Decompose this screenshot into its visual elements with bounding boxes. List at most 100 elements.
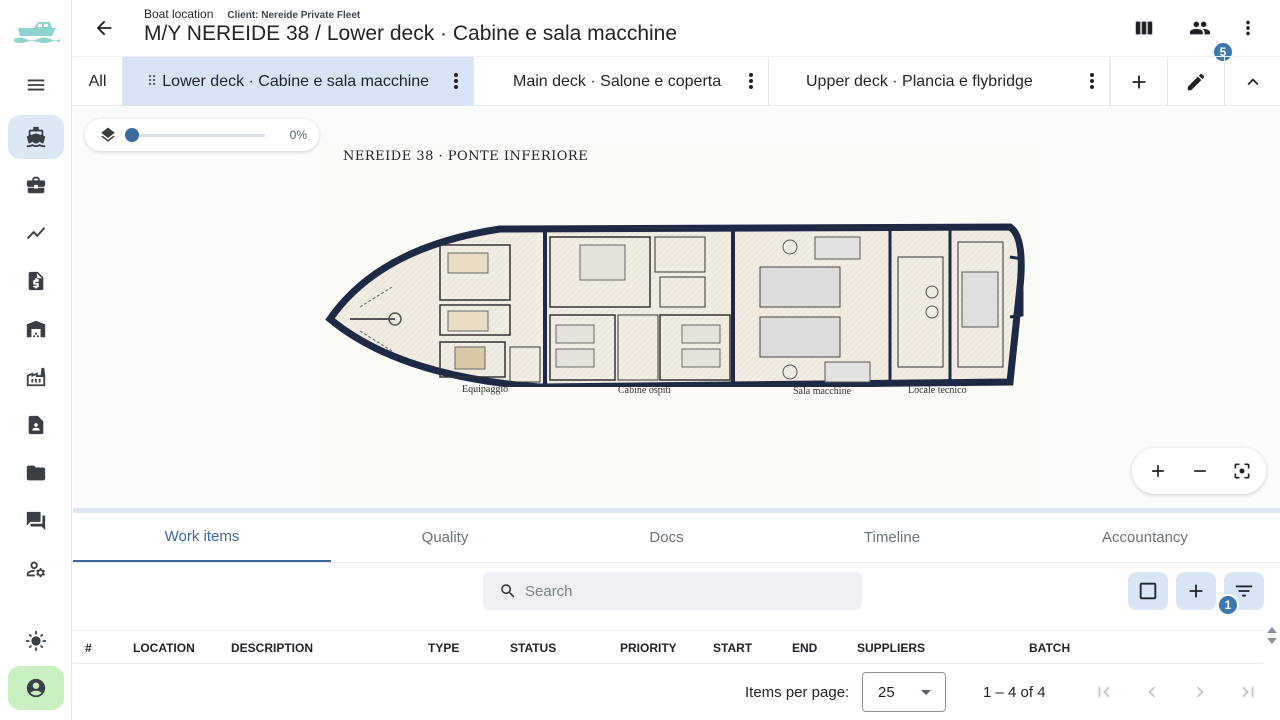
add-work-item-button[interactable] [1176, 572, 1216, 610]
rail-item-user-settings[interactable] [8, 547, 64, 591]
zoom-in-button[interactable] [1146, 459, 1170, 483]
pencil-icon [1187, 73, 1205, 90]
more-vertical-icon [1246, 20, 1250, 36]
column-header-number[interactable]: # [85, 641, 92, 655]
chevron-up-icon [1247, 77, 1259, 85]
next-page-button[interactable] [1188, 680, 1212, 704]
folder-icon [26, 465, 46, 481]
tab-all-decks[interactable]: All [73, 57, 123, 106]
rail-item-jobs[interactable] [8, 163, 64, 207]
contact-icon [28, 415, 44, 435]
filter-count-badge: 1 [1217, 594, 1239, 616]
theme-toggle-button[interactable] [8, 619, 64, 663]
rail-item-analytics[interactable] [8, 211, 64, 255]
fit-view-button[interactable] [1230, 459, 1254, 483]
chevron-right-icon [1196, 686, 1204, 698]
tab-main-deck[interactable]: Main deck · Salone e coperta [474, 57, 769, 106]
tab-main-deck-label: Main deck · Salone e coperta [513, 72, 722, 90]
column-header-suppliers[interactable]: SUPPLIERS [857, 641, 925, 655]
tab-main-deck-menu-icon[interactable] [748, 71, 754, 91]
user-settings-icon [26, 561, 46, 578]
rail-item-invoices[interactable] [8, 259, 64, 303]
zoom-out-button[interactable] [1188, 459, 1212, 483]
column-header-end[interactable]: END [792, 641, 817, 655]
breadcrumb: Boat location Client: Nereide Private Fle… [144, 7, 360, 21]
deck-plan-image[interactable]: NEREIDE 38 · PONTE INFERIORE Equipaggio … [320, 137, 1040, 507]
collapse-button[interactable] [1224, 57, 1280, 106]
dropdown-arrow-icon [921, 690, 931, 695]
zone-label-technical-room: Locale tecnico [908, 385, 967, 396]
deck-plan-viewer[interactable]: 0% NEREIDE 38 · PONTE INFERIORE Equipagg… [73, 107, 1280, 510]
tab-upper-deck[interactable]: Upper deck · Plancia e flybridge [769, 57, 1110, 106]
page-size-value: 25 [878, 684, 895, 701]
rail-item-messages[interactable] [8, 499, 64, 543]
people-icon [1189, 21, 1211, 35]
account-button[interactable] [8, 666, 64, 710]
tab-accountancy[interactable]: Accountancy [1010, 513, 1280, 562]
drag-handle-icon[interactable]: ⠿ [147, 73, 157, 90]
plus-icon [1132, 75, 1146, 88]
column-header-start[interactable]: START [713, 641, 752, 655]
tab-quality[interactable]: Quality [331, 513, 559, 562]
add-deck-button[interactable] [1110, 57, 1167, 106]
column-header-description[interactable]: DESCRIPTION [231, 641, 313, 655]
minus-icon [1194, 470, 1206, 472]
rail-item-warehouse[interactable] [8, 307, 64, 351]
menu-button[interactable] [8, 63, 64, 107]
detail-tab-bar: Work items Quality Docs Timeline Account… [73, 513, 1280, 563]
page-title: M/Y NEREIDE 38 / Lower deck · Cabine e s… [144, 22, 678, 45]
back-button[interactable] [86, 10, 122, 46]
rail-item-contacts[interactable] [8, 403, 64, 447]
app-root: Boat location Client: Nereide Private Fle… [0, 0, 1280, 720]
items-per-page-label: Items per page: [745, 684, 850, 701]
column-header-type[interactable]: TYPE [428, 641, 459, 655]
column-header-priority[interactable]: PRIORITY [620, 641, 677, 655]
first-page-icon [1098, 686, 1110, 698]
tab-work-items[interactable]: Work items [73, 513, 331, 562]
layer-opacity-control: 0% [85, 119, 319, 151]
factory-icon [26, 367, 46, 387]
boat-logo-icon[interactable] [12, 14, 60, 46]
view-columns-icon [1135, 21, 1153, 35]
select-all-button[interactable] [1128, 572, 1168, 610]
tab-docs[interactable]: Docs [559, 513, 774, 562]
trending-icon [26, 227, 46, 239]
rail-item-suppliers[interactable] [8, 355, 64, 399]
client-label: Client: Nereide Private Fleet [227, 10, 361, 21]
table-scrollbar[interactable] [1266, 622, 1278, 664]
rail-item-boats[interactable] [8, 115, 64, 159]
column-header-location[interactable]: LOCATION [133, 641, 195, 655]
tab-timeline[interactable]: Timeline [774, 513, 1010, 562]
previous-page-button[interactable] [1140, 680, 1164, 704]
plus-icon [1152, 465, 1164, 477]
tab-upper-deck-menu-icon[interactable] [1089, 71, 1095, 91]
search-icon [501, 584, 515, 598]
rail-item-files[interactable] [8, 451, 64, 495]
search-input[interactable] [525, 580, 845, 602]
warehouse-icon [26, 320, 46, 338]
tab-lower-deck-menu-icon[interactable] [453, 71, 459, 91]
account-icon [26, 678, 46, 698]
center-focus-icon [1234, 463, 1250, 479]
briefcase-icon [26, 176, 46, 194]
page-range-label: 1 – 4 of 4 [983, 684, 1046, 701]
tab-lower-deck[interactable]: ⠿ Lower deck · Cabine e sala macchine [123, 57, 474, 106]
first-page-button[interactable] [1092, 680, 1116, 704]
checkbox-outline-icon [1139, 582, 1157, 600]
nav-rail [0, 0, 72, 720]
members-button[interactable] [1182, 10, 1218, 46]
column-header-status[interactable]: STATUS [510, 641, 556, 655]
opacity-slider-thumb[interactable] [125, 128, 139, 142]
page-size-select[interactable]: 25 [862, 672, 946, 712]
opacity-slider-track[interactable] [133, 134, 265, 137]
work-items-table-header: # LOCATION DESCRIPTION TYPE STATUS PRIOR… [73, 630, 1263, 664]
more-menu-button[interactable] [1230, 10, 1266, 46]
layers-icon[interactable] [99, 126, 117, 144]
columns-button[interactable] [1126, 10, 1162, 46]
breadcrumb-label[interactable]: Boat location [144, 7, 213, 21]
last-page-button[interactable] [1236, 680, 1260, 704]
column-header-batch[interactable]: BATCH [1029, 641, 1070, 655]
deck-tab-bar: All ⠿ Lower deck · Cabine e sala macchin… [73, 56, 1280, 106]
edit-deck-button[interactable] [1167, 57, 1224, 106]
zone-label-guest-cabins: Cabine ospiti [618, 385, 672, 396]
